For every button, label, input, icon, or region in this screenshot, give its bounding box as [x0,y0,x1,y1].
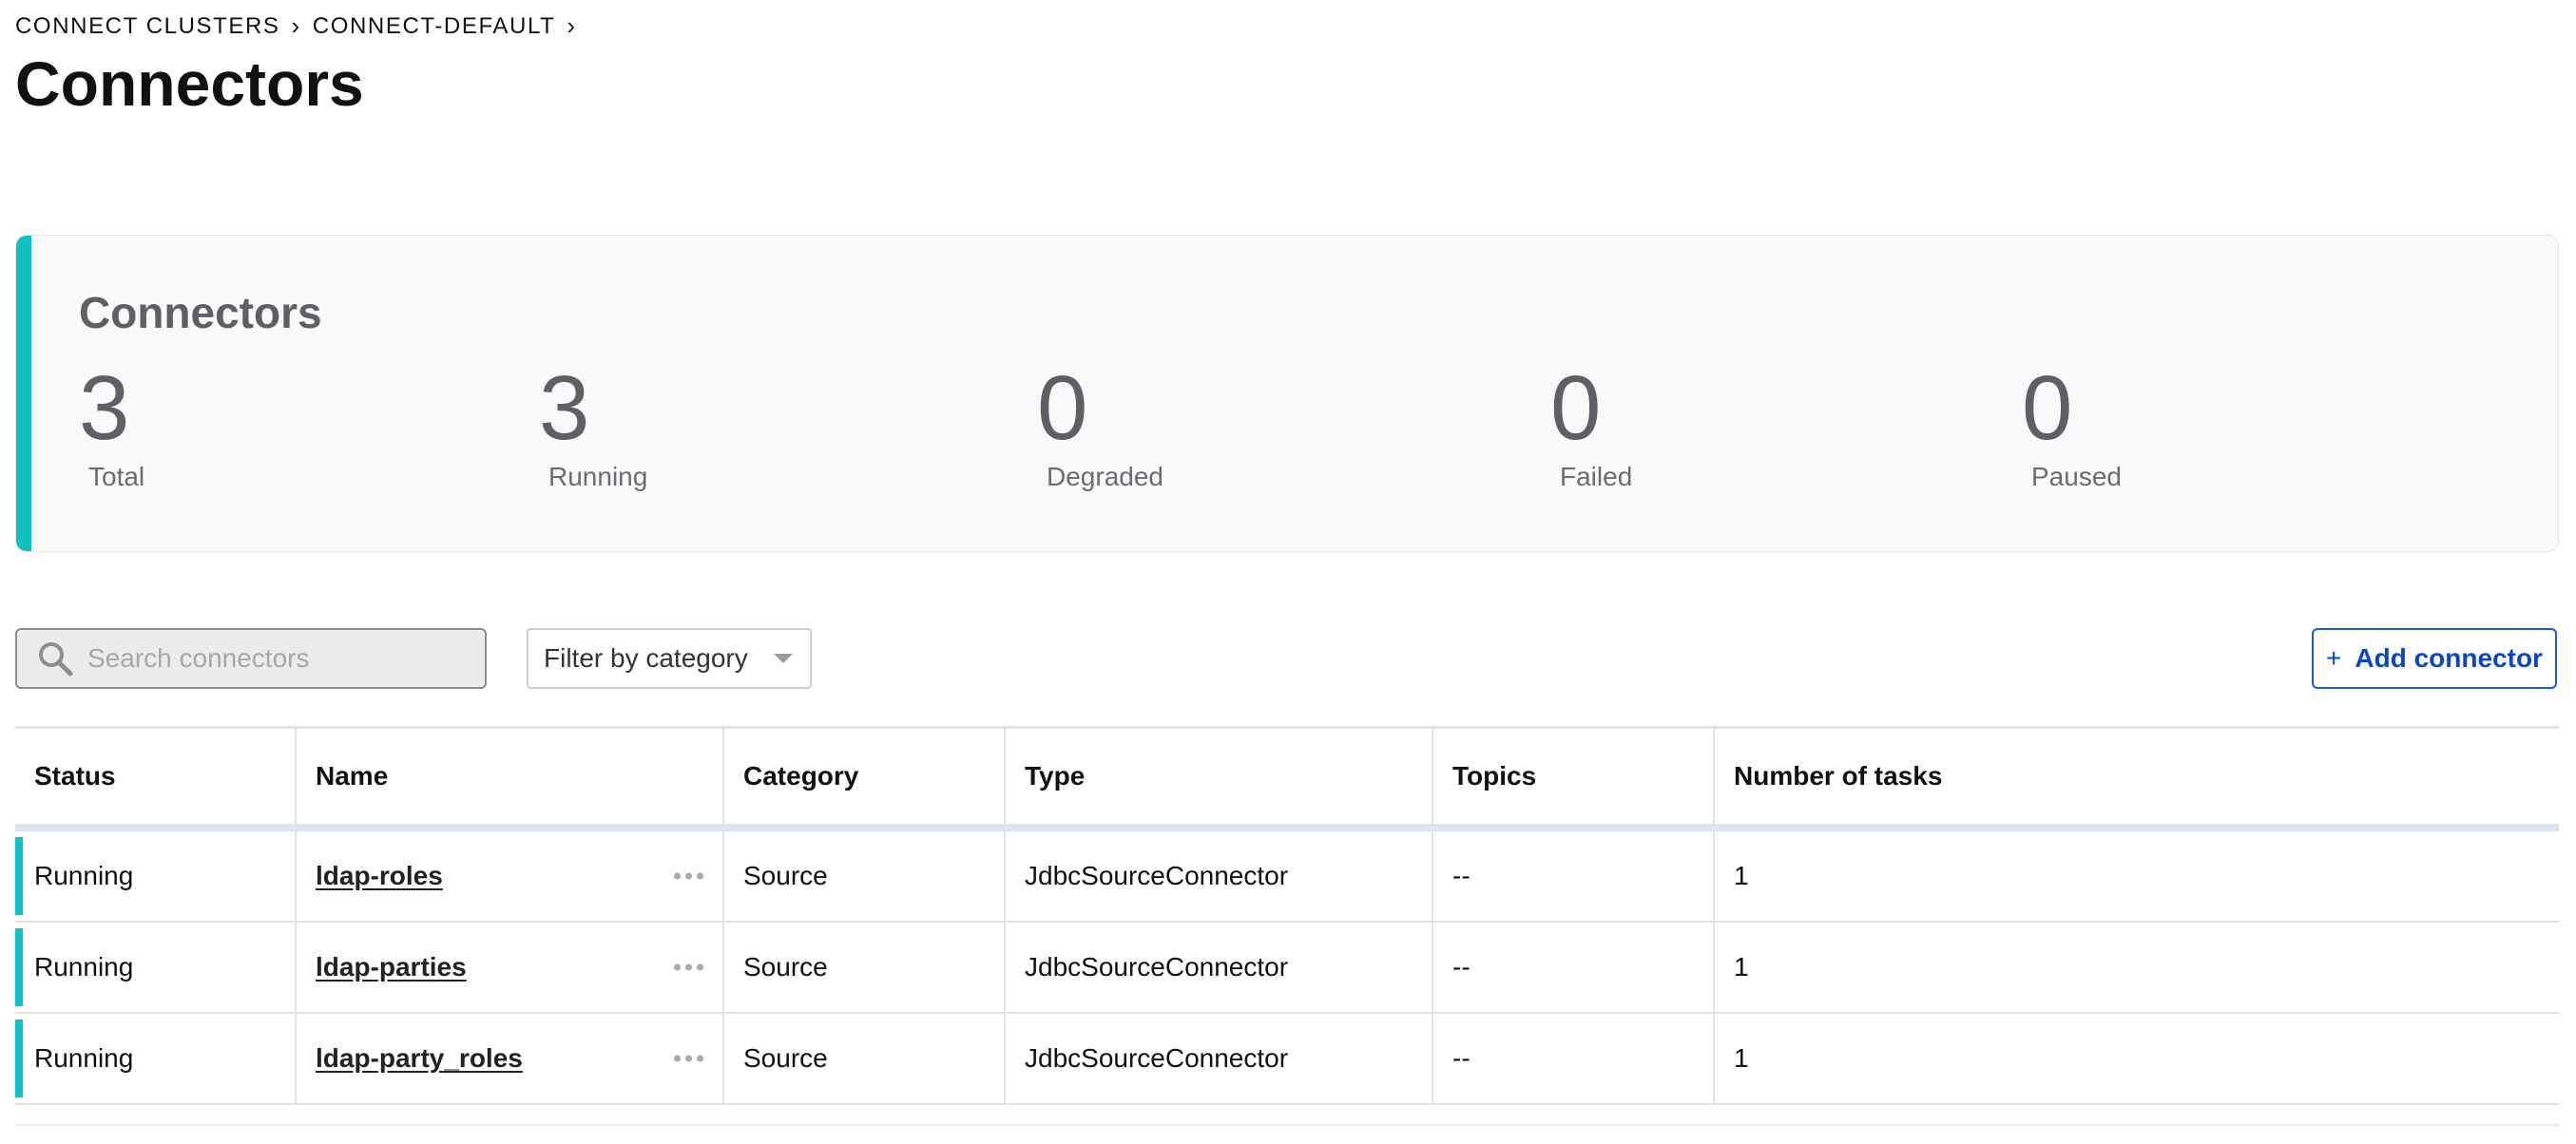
connector-name-link[interactable]: ldap-party_roles [316,1043,523,1074]
cell-type: JdbcSourceConnector [1006,831,1433,921]
cell-status: Running [15,831,297,921]
plus-icon: + [2326,643,2342,673]
summary-accent-bar [16,236,31,551]
stat-running-label: Running [548,462,648,491]
add-connector-label: Add connector [2355,643,2543,673]
stat-degraded-label: Degraded [1047,462,1163,491]
stat-total: 3 Total [79,361,144,492]
cell-category: Source [724,831,1006,921]
cell-type: JdbcSourceConnector [1006,1014,1433,1103]
cell-tasks: 1 [1734,1043,1749,1073]
column-header-status[interactable]: Status [15,729,297,824]
cell-topics: -- [1433,923,1715,1012]
search-icon [39,642,73,677]
stat-degraded: 0 Degraded [1037,361,1163,492]
chevron-right-icon: › [291,11,301,40]
stat-failed-value: 0 [1550,357,1602,459]
cell-topics: -- [1433,831,1715,921]
connectors-table: Status Name Category Type Topics Number … [15,726,2559,1105]
breadcrumb: CONNECT CLUSTERS › CONNECT-DEFAULT › [15,11,588,41]
filter-by-category-select[interactable]: Filter by category [527,628,812,689]
column-header-number-of-tasks[interactable]: Number of tasks [1715,729,2559,824]
cell-status: Running [15,1014,297,1103]
page-title: Connectors [15,48,364,119]
stat-paused-value: 0 [2022,357,2073,459]
search-box[interactable] [15,628,487,689]
stat-total-value: 3 [79,357,130,459]
cell-topics: -- [1433,1014,1715,1103]
chevron-right-icon: › [567,11,577,40]
page: CONNECT CLUSTERS › CONNECT-DEFAULT › Con… [0,0,2576,1144]
filter-select-label: Filter by category [544,643,748,673]
table-footer-divider [15,1124,2559,1126]
stat-total-label: Total [88,462,145,491]
cell-name: ldap-parties [297,923,724,1012]
cell-category: Source [724,1014,1006,1103]
connector-name-link[interactable]: ldap-roles [316,861,443,891]
breadcrumb-item-connect-default[interactable]: CONNECT-DEFAULT [313,13,556,40]
cell-type: JdbcSourceConnector [1006,923,1433,1012]
cell-status: Running [15,923,297,1012]
cell-name: ldap-roles [297,831,724,921]
stat-failed: 0 Failed [1550,361,1632,492]
cell-tasks: 1 [1734,861,1749,890]
stat-paused: 0 Paused [2022,361,2122,492]
breadcrumb-item-connect-clusters[interactable]: CONNECT CLUSTERS [15,13,280,40]
connector-name-link[interactable]: ldap-parties [316,952,467,982]
column-header-type[interactable]: Type [1006,729,1433,824]
stat-running-value: 3 [539,357,590,459]
cell-category: Source [724,923,1006,1012]
table-row[interactable]: Running ldap-roles Source JdbcSourceConn… [15,831,2559,923]
caret-down-icon [774,654,793,663]
column-header-category[interactable]: Category [724,729,1006,824]
cell-tasks: 1 [1734,952,1749,982]
more-options-icon[interactable] [674,872,703,880]
search-input[interactable] [87,643,468,674]
table-header: Status Name Category Type Topics Number … [15,729,2559,831]
summary-title: Connectors [79,288,322,337]
add-connector-button[interactable]: + Add connector [2312,628,2557,689]
more-options-icon[interactable] [674,1055,703,1062]
stat-paused-label: Paused [2031,462,2122,491]
stat-running: 3 Running [539,361,647,492]
more-options-icon[interactable] [674,963,703,971]
cell-name: ldap-party_roles [297,1014,724,1103]
column-header-topics[interactable]: Topics [1433,729,1715,824]
stat-failed-label: Failed [1560,462,1633,491]
table-row[interactable]: Running ldap-parties Source JdbcSourceCo… [15,923,2559,1014]
table-row[interactable]: Running ldap-party_roles Source JdbcSour… [15,1014,2559,1105]
connectors-summary-card: Connectors 3 Total 3 Running 0 Degraded … [15,235,2559,552]
column-header-name[interactable]: Name [297,729,724,824]
stat-degraded-value: 0 [1037,357,1088,459]
